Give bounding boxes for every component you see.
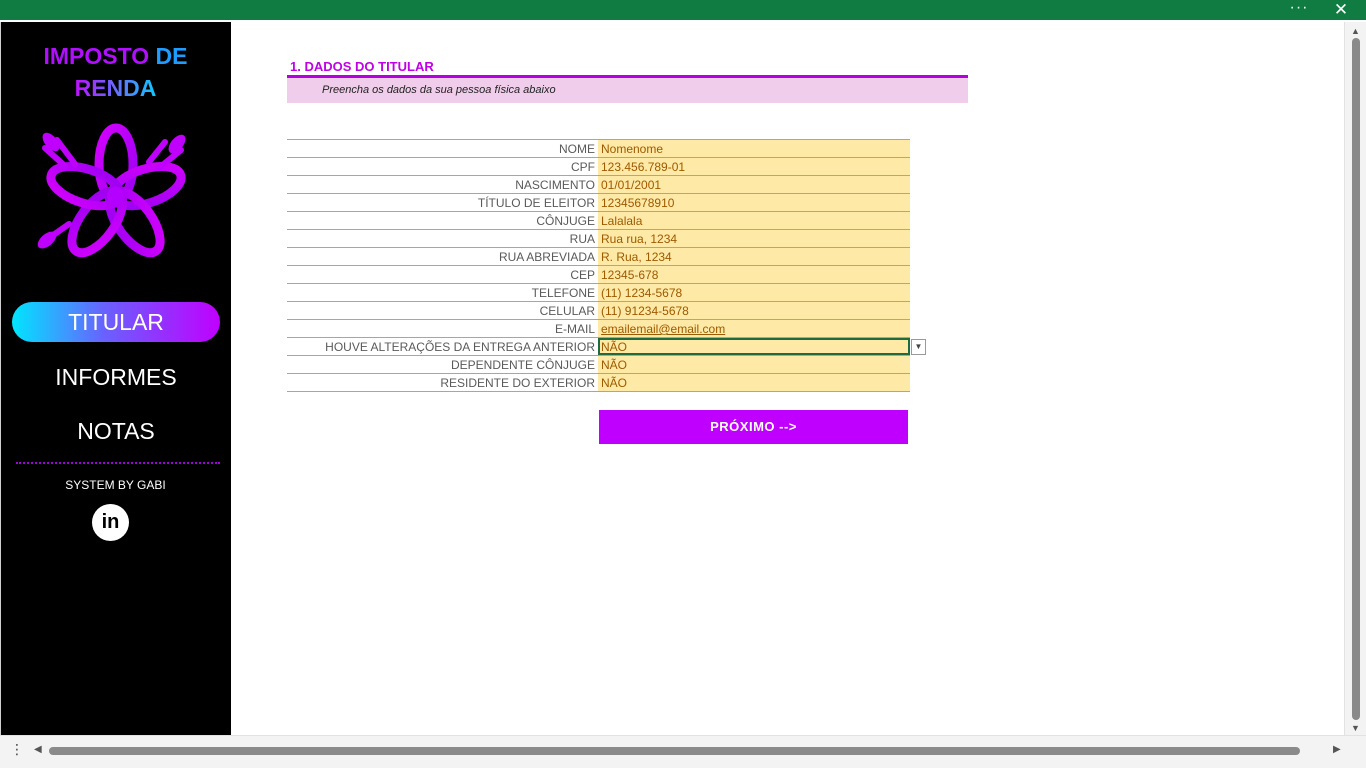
form-row-telefone: TELEFONE (11) 1234-5678 <box>287 284 910 302</box>
field-label: CEP <box>570 268 595 282</box>
form-row-titulo-eleitor: TÍTULO DE ELEITOR 12345678910 <box>287 194 910 212</box>
brand-word-de: DE <box>155 43 188 69</box>
field-label: CÔNJUGE <box>536 214 595 228</box>
rua-abreviada-field[interactable]: R. Rua, 1234 <box>598 248 910 265</box>
field-label: TELEFONE <box>531 286 595 300</box>
residente-exterior-field[interactable]: NÃO <box>598 374 910 391</box>
titular-form: NOME Nomenome CPF 123.456.789-01 NASCIME… <box>287 139 926 392</box>
vertical-scrollbar[interactable]: ▲ ▼ <box>1344 22 1366 735</box>
form-row-rua-abreviada: RUA ABREVIADA R. Rua, 1234 <box>287 248 910 266</box>
form-row-nascimento: NASCIMENTO 01/01/2001 <box>287 176 910 194</box>
system-by-label: SYSTEM BY GABI <box>65 478 166 492</box>
conjuge-field[interactable]: Lalalala <box>598 212 910 229</box>
field-label: HOUVE ALTERAÇÕES DA ENTREGA ANTERIOR <box>325 340 595 354</box>
sidebar: IMPOSTO DE RENDA TITULAR INFORMES NOTAS … <box>0 22 231 735</box>
scroll-down-icon[interactable]: ▼ <box>1351 723 1360 733</box>
form-row-conjuge: CÔNJUGE Lalalala <box>287 212 910 230</box>
cpf-field[interactable]: 123.456.789-01 <box>598 158 910 175</box>
form-row-cpf: CPF 123.456.789-01 <box>287 158 910 176</box>
form-row-celular: CELULAR (11) 91234-5678 <box>287 302 910 320</box>
email-field[interactable]: emailemail@email.com <box>598 320 910 337</box>
nascimento-field[interactable]: 01/01/2001 <box>598 176 910 193</box>
brand-word-imposto: IMPOSTO <box>43 43 150 69</box>
ellipsis-icon[interactable]: ··· <box>1288 0 1310 20</box>
brand-word-renda: RENDA <box>74 75 157 101</box>
alteracoes-select[interactable]: NÃO <box>598 338 910 355</box>
rua-field[interactable]: Rua rua, 1234 <box>598 230 910 247</box>
dependente-conjuge-field[interactable]: NÃO <box>598 356 910 373</box>
field-label: NASCIMENTO <box>515 178 595 192</box>
cep-field[interactable]: 12345-678 <box>598 266 910 283</box>
nav-informes-button[interactable]: INFORMES <box>12 359 220 395</box>
field-label: RUA ABREVIADA <box>498 250 595 264</box>
horizontal-scrollbar[interactable]: ⋮ ◀ ▶ <box>0 735 1366 768</box>
form-row-nome: NOME Nomenome <box>287 140 910 158</box>
horizontal-scroll-thumb[interactable] <box>49 747 1300 755</box>
vertical-ellipsis-icon[interactable]: ⋮ <box>10 742 24 756</box>
scroll-up-icon[interactable]: ▲ <box>1351 26 1360 36</box>
sidebar-divider <box>16 462 220 464</box>
field-label: E-MAIL <box>554 322 595 336</box>
section-subtitle: Preencha os dados da sua pessoa física a… <box>287 78 968 103</box>
titulo-eleitor-field[interactable]: 12345678910 <box>598 194 910 211</box>
next-button[interactable]: PRÓXIMO --> <box>599 410 908 444</box>
brand-title: IMPOSTO DE RENDA <box>1 40 230 104</box>
nome-field[interactable]: Nomenome <box>598 140 910 157</box>
nav-titular-button[interactable]: TITULAR <box>12 302 220 342</box>
field-label: DEPENDENTE CÔNJUGE <box>450 358 595 372</box>
nav-notas-button[interactable]: NOTAS <box>12 413 220 449</box>
telefone-field[interactable]: (11) 1234-5678 <box>598 284 910 301</box>
scroll-right-icon[interactable]: ▶ <box>1333 744 1341 755</box>
chevron-down-icon[interactable]: ▼ <box>911 339 926 355</box>
vertical-scroll-thumb[interactable] <box>1352 38 1360 720</box>
form-row-dependente-conjuge: DEPENDENTE CÔNJUGE NÃO <box>287 356 910 374</box>
celular-field[interactable]: (11) 91234-5678 <box>598 302 910 319</box>
linkedin-icon[interactable]: in <box>92 504 129 541</box>
form-row-alteracoes: HOUVE ALTERAÇÕES DA ENTREGA ANTERIOR NÃO… <box>287 338 926 356</box>
field-label: NOME <box>559 142 595 156</box>
form-row-email: E-MAIL emailemail@email.com <box>287 320 910 338</box>
form-row-cep: CEP 12345-678 <box>287 266 910 284</box>
app-title-bar: ··· ✕ <box>0 0 1366 20</box>
field-label: TÍTULO DE ELEITOR <box>477 196 595 210</box>
close-icon[interactable]: ✕ <box>1332 1 1350 19</box>
field-label: CELULAR <box>539 304 595 318</box>
form-row-residente-exterior: RESIDENTE DO EXTERIOR NÃO <box>287 374 910 392</box>
field-label: RUA <box>569 232 595 246</box>
flower-logo-icon <box>37 123 186 258</box>
field-label: CPF <box>571 160 595 174</box>
scroll-left-icon[interactable]: ◀ <box>34 744 42 755</box>
form-row-rua: RUA Rua rua, 1234 <box>287 230 910 248</box>
field-label: RESIDENTE DO EXTERIOR <box>440 376 595 390</box>
section-title: 1. DADOS DO TITULAR <box>290 59 434 74</box>
